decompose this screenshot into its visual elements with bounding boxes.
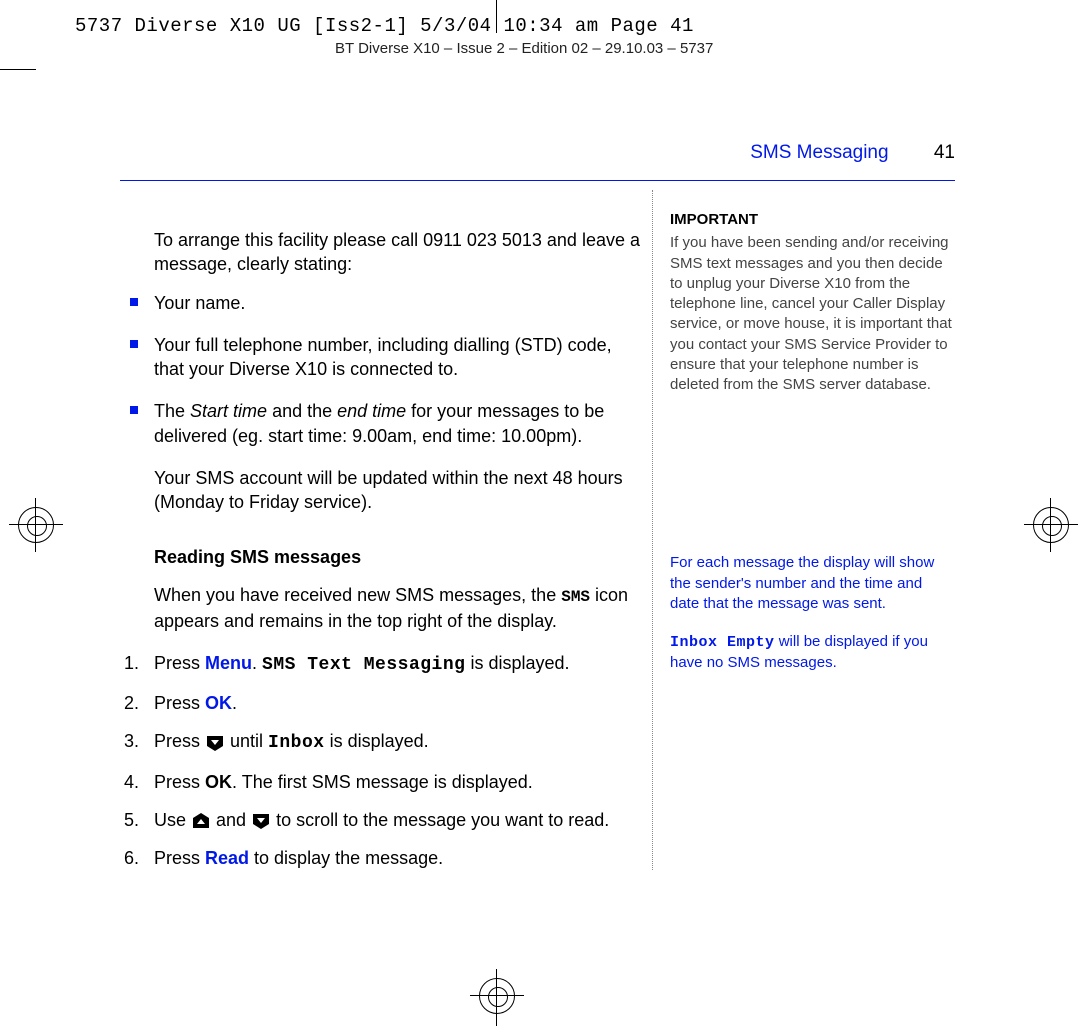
down-arrow-icon (251, 812, 271, 830)
main-column: To arrange this facility please call 091… (120, 210, 640, 885)
document-id-line: BT Diverse X10 – Issue 2 – Edition 02 – … (335, 40, 713, 57)
registration-mark-icon (18, 507, 54, 543)
lcd-text: Inbox Empty (670, 634, 775, 651)
list-item-text: Your name. (154, 293, 245, 313)
step-item: Press OK. The first SMS message is displ… (120, 770, 640, 794)
list-item: The Start time and the end time for your… (120, 399, 640, 448)
up-arrow-icon (191, 812, 211, 830)
softkey-read: Read (205, 848, 249, 868)
list-item-text: The Start time and the end time for your… (154, 401, 604, 445)
step-item: Press Menu. SMS Text Messaging is displa… (120, 651, 640, 677)
step-item: Use and to scroll to the message you wan… (120, 808, 640, 832)
step-item: Press until Inbox is displayed. (120, 729, 640, 755)
important-body: If you have been sending and/or receivin… (670, 233, 955, 395)
important-heading: IMPORTANT (670, 210, 955, 230)
registration-mark-icon (479, 978, 515, 1014)
sms-icon: SMS (561, 588, 590, 606)
list-item: Your name. (120, 291, 640, 315)
section-title: SMS Messaging (750, 142, 888, 163)
softkey-menu: Menu (205, 653, 252, 673)
softkey-ok: OK (205, 693, 232, 713)
print-slug: 5737 Diverse X10 UG [Iss2-1] 5/3/04 10:3… (75, 15, 694, 37)
page-number: 41 (934, 142, 955, 163)
bullet-list: Your name. Your full telephone number, i… (120, 291, 640, 448)
steps-list: Press Menu. SMS Text Messaging is displa… (120, 651, 640, 871)
step-item: Press Read to display the message. (120, 846, 640, 870)
registration-mark-icon (1033, 507, 1069, 543)
lcd-text: SMS Text Messaging (262, 655, 465, 675)
running-head: SMS Messaging 41 (750, 142, 955, 164)
body-paragraph: When you have received new SMS messages,… (154, 583, 640, 633)
column-divider (652, 190, 653, 870)
subheading: Reading SMS messages (154, 545, 640, 569)
softkey-ok: OK (205, 772, 232, 792)
sidebar-note: Inbox Empty will be displayed if you hav… (670, 632, 955, 674)
head-rule (120, 180, 955, 181)
body-paragraph: Your SMS account will be updated within … (154, 466, 640, 515)
list-item-text: Your full telephone number, including di… (154, 335, 612, 379)
list-item: Your full telephone number, including di… (120, 333, 640, 382)
lcd-text: Inbox (268, 733, 325, 753)
step-item: Press OK. (120, 691, 640, 715)
document-page: 5737 Diverse X10 UG [Iss2-1] 5/3/04 10:3… (0, 0, 1080, 1026)
square-bullet-icon (130, 406, 138, 414)
sidebar-column: IMPORTANT If you have been sending and/o… (670, 210, 955, 692)
crop-mark (0, 69, 36, 70)
square-bullet-icon (130, 340, 138, 348)
sidebar-note: For each message the display will show t… (670, 553, 955, 614)
intro-paragraph: To arrange this facility please call 091… (154, 228, 640, 277)
down-arrow-icon (205, 734, 225, 752)
square-bullet-icon (130, 298, 138, 306)
